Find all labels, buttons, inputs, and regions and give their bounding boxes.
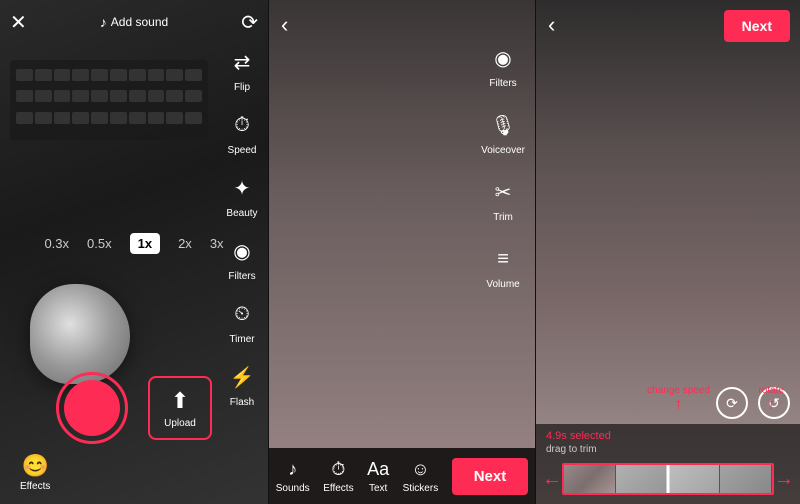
flip-label: Flip [234,82,250,93]
add-sound-label: Add sound [111,15,168,29]
effects-label: Effects [20,481,50,492]
filters-label: Filters [228,271,255,282]
trim-back-button[interactable]: ‹ [548,12,555,38]
sidebar-item-speed[interactable]: ⏱ Speed [224,107,260,156]
speed-circle-icon: ⟳ [716,387,748,419]
clip-thumb-2 [616,465,668,493]
add-sound-button[interactable]: ♪ Add sound [100,14,168,30]
speed-05x[interactable]: 0.5x [87,236,112,251]
trim-next-button[interactable]: Next [724,10,790,42]
speed-03x[interactable]: 0.3x [44,236,69,251]
edit-filters-icon: ◉ [485,40,521,76]
timeline-clips[interactable] [562,463,774,495]
edit-sidebar-trim[interactable]: ✂ Trim [481,174,525,223]
speed-icon: ⏱ [224,107,260,143]
upload-icon: ⬆ [171,388,189,414]
edit-next-button[interactable]: Next [452,458,529,495]
close-button[interactable]: ✕ [10,10,27,35]
toolbar-effects[interactable]: ⏱ Effects [323,459,353,494]
voiceover-icon: 🎙 [485,107,521,143]
change-speed-arrow: ↑ [647,396,710,414]
beauty-icon: ✦ [224,170,260,206]
volume-label: Volume [486,279,519,290]
record-area: ⬆ Upload [0,372,268,444]
edit-sidebar-volume[interactable]: ≡ Volume [481,241,525,290]
voiceover-label: Voiceover [481,145,525,156]
speed-label: Speed [228,145,257,156]
clip-thumb-3 [668,465,720,493]
edit-toolbar: ♪ Sounds ⏱ Effects Aa Text ☺ Stickers Ne… [269,448,535,504]
edit-sidebar: ◉ Filters 🎙 Voiceover ✂ Trim ≡ Volume [481,40,525,290]
speed-3x[interactable]: 3x [210,236,224,251]
toolbar-effects-icon: ⏱ [331,459,345,480]
sidebar-item-beauty[interactable]: ✦ Beauty [224,170,260,219]
toolbar-text[interactable]: Aa Text [367,459,389,494]
timeline-area: 4.9s selected drag to trim ← → [536,424,800,504]
sounds-label: Sounds [276,483,310,494]
upload-button[interactable]: ⬆ Upload [148,376,212,440]
rotate-arrow: ↑ [758,396,784,414]
camera-bottom-controls: ⬆ Upload 😊 Effects [0,304,268,504]
edit-sidebar-filters[interactable]: ◉ Filters [481,40,525,89]
timeline-selected: 4.9s selected [536,424,800,444]
edit-filters-label: Filters [489,78,516,89]
change-speed-button[interactable]: ⟳ [716,387,748,419]
change-speed-text: change speed [647,385,710,396]
flip-icon: ⇄ [224,44,260,80]
rotate-text: rotate [758,385,784,396]
speed-2x[interactable]: 2x [178,236,192,251]
record-button[interactable] [56,372,128,444]
volume-icon: ≡ [485,241,521,277]
effects-button[interactable]: 😊 Effects [20,453,50,492]
camera-panel: ✕ ♪ Add sound ⟳ ⇄ Flip ⏱ Speed ✦ Beauty … [0,0,268,504]
speed-1x[interactable]: 1x [130,233,160,254]
toolbar-sounds[interactable]: ♪ Sounds [276,459,310,494]
timeline-track: ← → [536,459,800,499]
camera-topbar: ✕ ♪ Add sound ⟳ [0,0,268,44]
text-label: Text [369,483,387,494]
toolbar-stickers[interactable]: ☺ Stickers [403,459,439,494]
change-speed-annotation: change speed ↑ [647,385,710,414]
edit-back-button[interactable]: ‹ [281,12,288,38]
edit-sidebar-voiceover[interactable]: 🎙 Voiceover [481,107,525,156]
beauty-label: Beauty [226,208,257,219]
keyboard-keys [12,65,206,135]
trim-label: Trim [493,212,513,223]
timeline-hint: drag to trim [536,444,800,459]
toolbar-effects-label: Effects [323,483,353,494]
edit-panel: ‹ ◉ Filters 🎙 Voiceover ✂ Trim ≡ Volume … [268,0,536,504]
upload-label: Upload [164,418,196,429]
trim-panel: ‹ Next change speed ↑ rotate ↑ ⟳ ↺ 4.9s … [536,0,800,504]
speed-selector: 0.3x 0.5x 1x 2x 3x [0,233,268,254]
stickers-label: Stickers [403,483,439,494]
effects-icon: 😊 [21,453,48,479]
timeline-right-arrow[interactable]: → [774,468,794,491]
sounds-icon: ♪ [288,459,297,480]
trim-icon: ✂ [485,174,521,210]
rotate-annotation: rotate ↑ [758,385,784,414]
stickers-icon: ☺ [411,459,429,480]
camera-flip-icon[interactable]: ⟳ [241,10,258,35]
clip-thumb-1 [564,465,616,493]
sidebar-item-flip[interactable]: ⇄ Flip [224,44,260,93]
music-icon: ♪ [100,14,107,30]
timeline-cursor [667,465,670,493]
timeline-left-arrow[interactable]: ← [542,468,562,491]
text-icon: Aa [367,459,389,480]
clip-thumb-4 [720,465,772,493]
record-inner [64,380,120,436]
